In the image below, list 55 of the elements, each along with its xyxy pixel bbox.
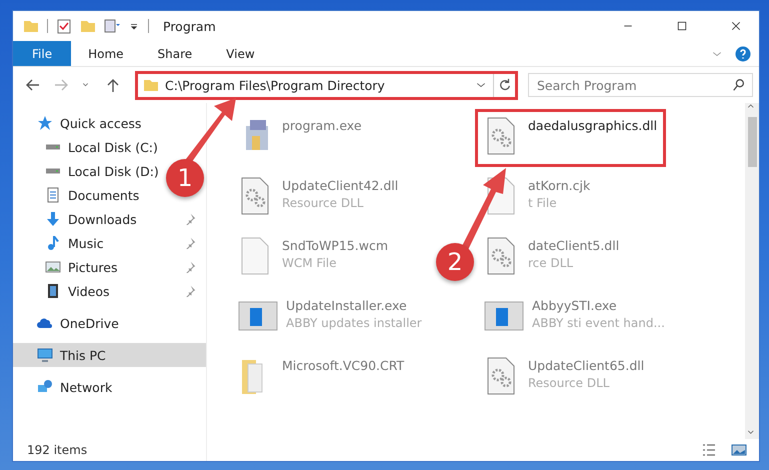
folder-icon — [80, 18, 96, 34]
ribbon-tab[interactable]: Share — [140, 41, 210, 66]
checklist-icon — [56, 18, 72, 34]
file-item[interactable]: UpdateInstaller.exe ABBY updates installer — [229, 289, 431, 341]
properties-icon — [104, 18, 120, 34]
sidebar-item[interactable]: Music — [13, 231, 206, 255]
folder-icon — [143, 77, 159, 93]
close-icon — [730, 20, 742, 32]
ribbon-tab[interactable]: Home — [71, 41, 141, 66]
file-item[interactable]: daedalusgraphics.dll — [475, 109, 666, 167]
up-arrow-icon — [105, 77, 121, 93]
sidebar-item[interactable]: Quick access — [13, 111, 142, 135]
address-bar[interactable]: C:\Program Files\Program Directory — [135, 70, 518, 100]
sidebar-item[interactable]: Videos — [13, 279, 206, 303]
maximize-icon — [676, 20, 688, 32]
help-icon — [735, 46, 751, 62]
file-item[interactable]: Microsoft.VC90.CRT — [229, 349, 414, 401]
document-icon — [45, 187, 61, 203]
file-item[interactable]: UpdateClient65.dll Resource DLL — [475, 349, 654, 401]
music-note-icon — [45, 235, 61, 251]
sidebar-item[interactable]: Network — [13, 375, 112, 399]
search-icon — [732, 78, 746, 92]
sidebar-item[interactable]: OneDrive — [13, 311, 119, 335]
drive-icon — [45, 144, 61, 150]
forward-arrow-icon — [53, 77, 69, 93]
sidebar-item[interactable]: Downloads — [13, 207, 206, 231]
sidebar-item[interactable]: Local Disk (D:) — [13, 159, 159, 183]
folder-icon — [23, 18, 39, 34]
star-icon — [37, 115, 53, 131]
sidebar-item[interactable]: Documents — [13, 183, 140, 207]
file-item[interactable]: dateClient5.dll rce DLL — [475, 229, 628, 281]
scrollbar-thumb[interactable] — [748, 117, 756, 167]
download-arrow-icon — [45, 211, 61, 227]
back-arrow-icon — [25, 77, 41, 93]
sidebar-item[interactable]: Local Disk (C:) — [13, 135, 158, 159]
sidebar-item[interactable]: This PC — [13, 343, 206, 367]
network-icon — [37, 379, 53, 395]
search-field[interactable]: Search Program — [528, 73, 753, 97]
monitor-icon — [37, 347, 53, 363]
sidebar-item[interactable]: Pictures — [13, 255, 206, 279]
file-item[interactable]: UpdateClient42.dll Resource DLL — [229, 169, 408, 221]
file-item[interactable]: AbbyySTI.exe ABBY sti event hand... — [475, 289, 674, 341]
large-icons-view-icon — [731, 442, 747, 458]
drive-icon — [45, 168, 61, 174]
scrollbar[interactable] — [745, 103, 759, 439]
window-title: Program — [163, 18, 217, 34]
ribbon-tab[interactable]: View — [209, 41, 272, 66]
film-icon — [45, 283, 61, 299]
refresh-icon — [498, 78, 512, 92]
details-view-icon — [701, 442, 717, 458]
file-item[interactable]: SndToWP15.wcm WCM File — [229, 229, 397, 281]
file-item[interactable]: program.exe — [229, 109, 371, 161]
item-count: 192 items — [26, 442, 88, 459]
file-tab[interactable]: File — [13, 41, 72, 66]
picture-icon — [45, 259, 61, 275]
